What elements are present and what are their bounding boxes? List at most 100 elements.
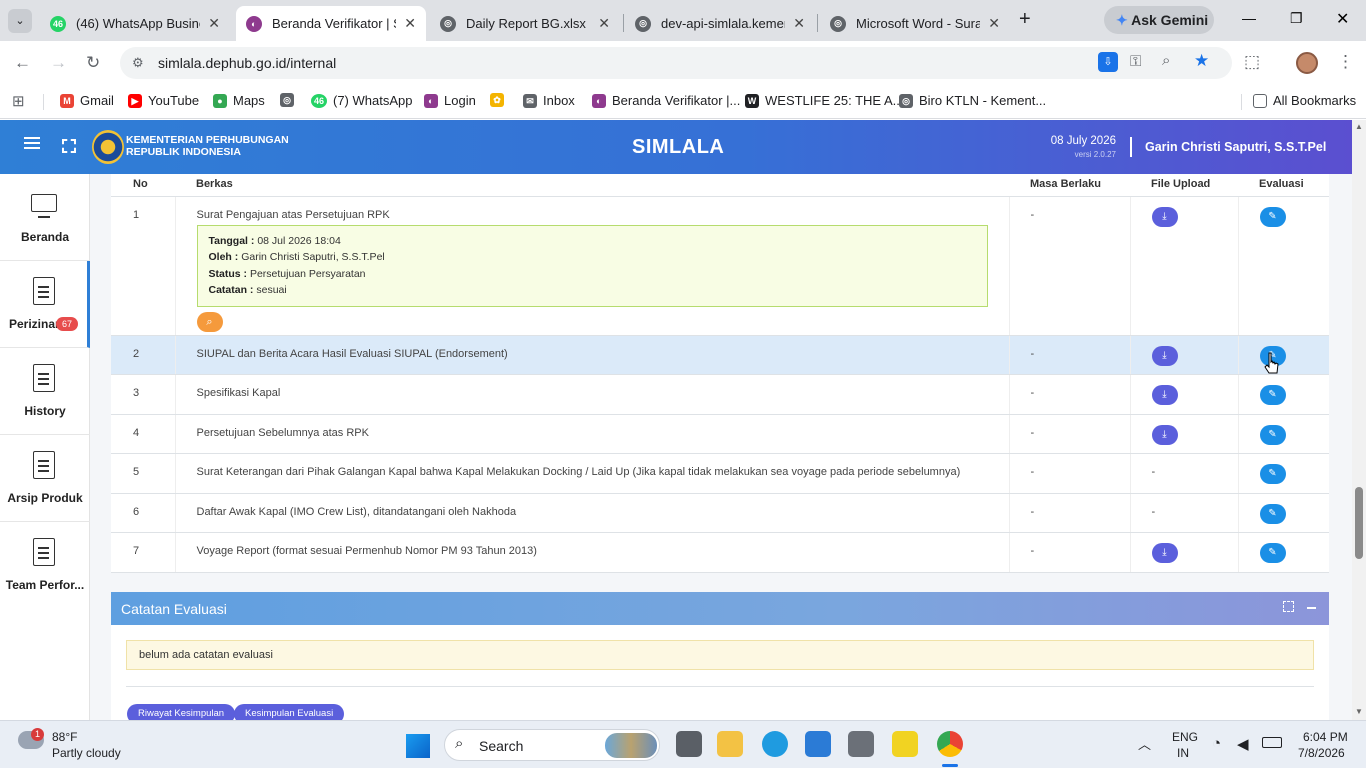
view-detail-button[interactable]: ⌕ (196, 311, 223, 332)
scroll-up-arrow[interactable]: ▲ (1355, 122, 1363, 131)
edit-button[interactable]: ✎ (1259, 503, 1286, 524)
bookmark-whatsapp[interactable]: 46 (7) WhatsApp (311, 93, 412, 108)
close-window-button[interactable]: ✕ (1336, 9, 1349, 29)
detail-catatan: Catatan : sesuai (209, 282, 976, 299)
tab-whatsapp[interactable]: 46 (46) WhatsApp Busine ✕ (40, 6, 230, 41)
edge-icon[interactable] (762, 731, 788, 757)
bookmark-maps[interactable]: ● Maps (213, 93, 265, 108)
volume-icon[interactable]: ◀ (1237, 735, 1249, 753)
chrome-icon[interactable] (937, 731, 963, 757)
restore-button[interactable]: ❐ (1290, 10, 1303, 27)
row-no: 6 (111, 493, 175, 533)
detail-tanggal: Tanggal : 08 Jul 2026 18:04 (209, 233, 976, 250)
edit-button[interactable]: ✎ (1259, 542, 1286, 563)
bookmark-inbox[interactable]: ✉ Inbox (523, 93, 575, 108)
windows-start-icon[interactable] (406, 734, 430, 758)
tab-search-button[interactable]: ⌄ (8, 9, 32, 33)
new-tab-button[interactable]: + (1019, 8, 1031, 31)
tab-microsoft-word[interactable]: ◎ Microsoft Word - Surat ✕ (820, 6, 1010, 41)
bookmark-login[interactable]: ◐ Login (424, 93, 476, 108)
bookmark-gmail[interactable]: M Gmail (60, 93, 114, 108)
sidebar-item-arsip-produk[interactable]: Arsip Produk (0, 435, 90, 522)
kesimpulan-evaluasi-button[interactable]: Kesimpulan Evaluasi (234, 704, 345, 720)
bookmark-westlife[interactable]: W WESTLIFE 25: THE A... (745, 93, 903, 108)
wifi-icon[interactable]: ◔ (1212, 735, 1221, 752)
panel-divider (126, 686, 1314, 687)
site-info-icon[interactable]: ⚙ (132, 55, 144, 71)
sidebar-item-team-performance[interactable]: Team Perfor... (0, 522, 90, 609)
download-button[interactable]: ⤓ (1151, 424, 1178, 445)
download-button[interactable]: ⤓ (1151, 384, 1178, 405)
bookmark-biro-ktln[interactable]: ◎ Biro KTLN - Kement... (899, 93, 1046, 108)
row-masa: - (1008, 196, 1130, 336)
edit-button[interactable]: ✎ (1259, 424, 1286, 445)
document-icon (33, 538, 55, 566)
language-eng[interactable]: ENG (1172, 730, 1198, 744)
document-icon (33, 364, 55, 392)
reload-icon[interactable]: ↻ (86, 53, 100, 73)
address-bar[interactable]: ⚙ simlala.dephub.go.id/internal ⇩ ⚿ ⌕ ★ (120, 47, 1232, 79)
edit-button[interactable]: ✎ (1259, 463, 1286, 484)
language-in[interactable]: IN (1177, 746, 1189, 760)
download-button[interactable]: ⤓ (1151, 542, 1178, 563)
bookmark-beranda[interactable]: ◐ Beranda Verifikator |... (592, 93, 740, 108)
scroll-down-arrow[interactable]: ▼ (1355, 707, 1363, 716)
sticky-notes-icon[interactable] (892, 731, 918, 757)
header-divider (1130, 137, 1132, 157)
tab-beranda-verifikator[interactable]: ◐ Beranda Verifikator | Si ✕ (236, 6, 426, 41)
maximize-icon[interactable] (1283, 601, 1294, 612)
scroll-thumb[interactable] (1355, 487, 1363, 559)
hamburger-menu-icon[interactable] (24, 137, 40, 139)
table-row: 5 Surat Keterangan dari Pihak Galangan K… (111, 453, 1329, 494)
edit-button[interactable]: ✎ (1259, 384, 1286, 405)
close-icon[interactable]: ✕ (988, 15, 1000, 32)
close-icon[interactable]: ✕ (208, 15, 220, 32)
row-berkas: SIUPAL dan Berita Acara Hasil Evaluasi S… (174, 335, 1009, 375)
minimize-button[interactable]: — (1242, 10, 1256, 26)
bookmark-star-icon[interactable]: ★ (1194, 51, 1209, 71)
taskbar-search[interactable]: ⌕ Search (444, 729, 660, 761)
close-icon[interactable]: ✕ (793, 15, 805, 32)
bookmark-youtube[interactable]: ▶ YouTube (128, 93, 199, 108)
battery-icon[interactable] (1262, 737, 1282, 748)
zoom-icon[interactable]: ⌕ (1162, 52, 1170, 69)
bookmark-photos[interactable]: ✿ (490, 93, 510, 107)
edit-button[interactable]: ✎ (1259, 206, 1286, 227)
clock-date[interactable]: 7/8/2026 (1298, 746, 1345, 760)
all-bookmarks[interactable]: All Bookmarks (1253, 93, 1356, 108)
tab-daily-report[interactable]: ◎ Daily Report BG.xlsx ✕ (430, 6, 620, 41)
sidebar-item-history[interactable]: History (0, 348, 90, 435)
vscode-icon[interactable] (805, 731, 831, 757)
password-key-icon[interactable]: ⚿ (1130, 53, 1141, 70)
extensions-icon[interactable]: ⬚ (1244, 52, 1260, 72)
riwayat-kesimpulan-button[interactable]: Riwayat Kesimpulan (127, 704, 236, 720)
ask-gemini-button[interactable]: ✦ Ask Gemini (1104, 6, 1214, 34)
page-scrollbar[interactable]: ▲ ▼ (1352, 120, 1366, 720)
back-icon[interactable]: ← (14, 53, 31, 73)
user-name[interactable]: Garin Christi Saputri, S.S.T.Pel (1145, 140, 1326, 154)
bookmark-label: Login (444, 93, 476, 108)
sidebar-item-perizinan[interactable]: Perizinan 67 (0, 261, 90, 348)
table-row: 2 SIUPAL dan Berita Acara Hasil Evaluasi… (111, 335, 1329, 375)
close-icon[interactable]: ✕ (598, 15, 610, 32)
tab-title: Microsoft Word - Surat (856, 16, 981, 31)
bookmark-globe[interactable]: ◎ (280, 93, 300, 107)
forward-icon[interactable]: → (50, 53, 67, 73)
download-button[interactable]: ⤓ (1151, 206, 1178, 227)
task-view-icon[interactable] (676, 731, 702, 757)
apps-grid-icon[interactable]: ⊞ (12, 92, 25, 110)
collapse-icon[interactable] (1307, 607, 1316, 609)
install-app-icon[interactable]: ⇩ (1098, 52, 1118, 72)
tab-dev-api[interactable]: ◎ dev-api-simlala.kemenl ✕ (625, 6, 815, 41)
monitor-icon (31, 194, 57, 212)
sidebar-item-beranda[interactable]: Beranda (0, 174, 90, 261)
camera-icon[interactable] (848, 731, 874, 757)
clock-time[interactable]: 6:04 PM (1303, 730, 1348, 744)
fullscreen-icon[interactable] (62, 139, 76, 153)
close-icon[interactable]: ✕ (404, 15, 416, 32)
profile-avatar[interactable] (1296, 52, 1318, 74)
menu-kebab-icon[interactable]: ⋮ (1337, 52, 1354, 72)
file-explorer-icon[interactable] (717, 731, 743, 757)
download-button[interactable]: ⤓ (1151, 345, 1178, 366)
show-hidden-icons[interactable]: ︿ (1138, 734, 1151, 753)
